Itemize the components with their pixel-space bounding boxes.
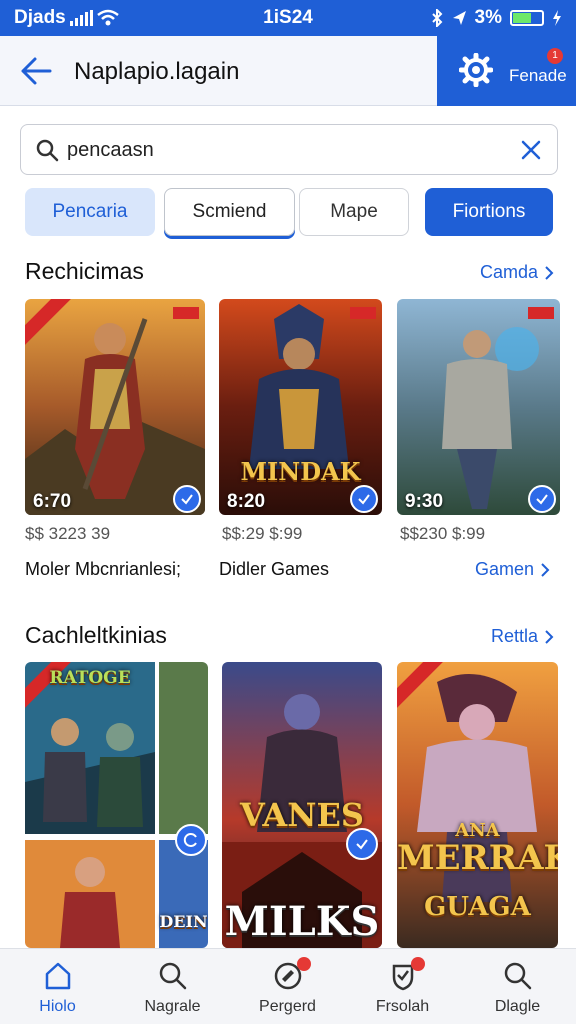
card-4-sub-logo: DEIN xyxy=(159,912,208,931)
battery-percent: 3% xyxy=(474,7,502,28)
game-card-1[interactable]: 6:70 xyxy=(25,299,205,515)
nav-label-search: Nagrale xyxy=(144,998,201,1015)
game-art-mage xyxy=(397,299,560,515)
check-icon xyxy=(358,494,370,505)
card-2-time: 8:20 xyxy=(227,491,266,512)
chip-3[interactable]: Fiortions xyxy=(425,188,553,236)
section-link-2-label[interactable]: Rettla xyxy=(491,626,538,647)
charging-icon xyxy=(553,10,561,26)
card-6-logo: MERRAK xyxy=(397,838,558,878)
search-icon xyxy=(36,139,59,162)
status-right: 3% xyxy=(431,7,562,29)
chip-0[interactable]: Pencaria xyxy=(25,188,155,236)
nav-rewards-badge xyxy=(411,957,425,971)
nav-item-games[interactable]: Pergerd xyxy=(230,949,345,1025)
battery-icon xyxy=(510,10,544,26)
card-3-link[interactable]: Gamen xyxy=(475,559,550,580)
card-6-sub-logo: GUAGA xyxy=(424,892,531,922)
card-4-logo: RATOGE xyxy=(49,668,131,688)
card-1-badge xyxy=(173,485,201,513)
app-bar: Naplapio.lagain 1 Fenade xyxy=(0,36,576,106)
section-title-1: Rechicimas xyxy=(25,258,144,284)
section-link-1[interactable]: Camda xyxy=(480,262,554,283)
nav-item-rewards[interactable]: Frsolah xyxy=(345,949,460,1025)
game-card-3[interactable]: 9:30 xyxy=(397,299,560,515)
app-bar-main: Naplapio.lagain xyxy=(0,36,437,106)
card-2-badge xyxy=(350,485,378,513)
nav-item-search[interactable]: Nagrale xyxy=(115,949,230,1025)
card-4-badge xyxy=(175,824,207,856)
card-5-badge xyxy=(346,828,378,860)
game-card-4[interactable]: RATOGE DEIN xyxy=(25,662,208,948)
search-input[interactable]: pencaasn xyxy=(67,139,154,162)
game-card-5[interactable]: VANES MILKS xyxy=(222,662,382,948)
section-title-2: Cachleltkinias xyxy=(25,622,167,648)
check-icon xyxy=(181,494,193,505)
game-card-2[interactable]: MINDAK 8:20 xyxy=(219,299,382,515)
game-art-squad xyxy=(25,662,208,948)
nav-item-explore[interactable]: Dlagle xyxy=(460,949,575,1025)
nav-label-games: Pergerd xyxy=(259,998,316,1015)
check-icon xyxy=(356,839,368,850)
game-card-6[interactable]: ANA MERRAK GUAGA xyxy=(397,662,558,948)
card-1-price: $$ 3223 39 xyxy=(25,524,111,543)
chevron-right-icon xyxy=(541,562,550,577)
status-bar: Djads 1iS24 3% xyxy=(0,0,576,36)
card-3-time: 9:30 xyxy=(405,491,444,512)
chip-2[interactable]: Mape xyxy=(299,188,409,236)
chevron-right-icon xyxy=(545,265,554,280)
chevron-right-icon xyxy=(545,629,554,644)
nav-label-explore: Dlagle xyxy=(494,998,541,1015)
section-link-1-label[interactable]: Camda xyxy=(480,262,538,283)
card-1-time: 6:70 xyxy=(33,491,72,512)
game-art-warrior xyxy=(25,299,205,515)
section-link-2[interactable]: Rettla xyxy=(491,626,554,647)
bottom-nav: Hiolo Nagrale Pergerd Frsolah Dlagle xyxy=(0,948,576,1024)
nav-item-home[interactable]: Hiolo xyxy=(0,949,115,1025)
chip-1[interactable]: Scmiend xyxy=(164,188,295,236)
check-icon xyxy=(536,494,548,505)
card-2-logo: MINDAK xyxy=(240,457,361,486)
card-1-name[interactable]: Moler Mbcnrianlesi; xyxy=(25,559,181,580)
card-3-price: $$230 $:99 xyxy=(400,524,486,543)
gear-icon[interactable] xyxy=(459,53,493,87)
card-5-sub-logo: MILKS xyxy=(224,898,380,945)
bluetooth-icon xyxy=(431,9,442,27)
magnifier-icon xyxy=(504,962,531,990)
search-icon xyxy=(159,962,186,990)
location-icon xyxy=(452,11,466,25)
settings-label[interactable]: Fenade xyxy=(509,66,567,86)
card-2-name[interactable]: Didler Games xyxy=(219,559,329,580)
card-3-name[interactable]: Gamen xyxy=(475,559,534,580)
search-bar[interactable]: pencaasn xyxy=(20,124,558,175)
back-arrow-icon[interactable] xyxy=(20,56,52,86)
nav-label-home: Hiolo xyxy=(39,998,76,1015)
page-title: Naplapio.lagain xyxy=(74,58,240,85)
card-2-price: $$:29 $:99 xyxy=(222,524,303,543)
clear-icon[interactable] xyxy=(519,138,543,162)
nav-label-rewards: Frsolah xyxy=(375,998,430,1015)
refresh-icon xyxy=(183,833,197,847)
card-3-badge xyxy=(528,485,556,513)
home-icon xyxy=(45,962,70,990)
settings-panel[interactable]: 1 Fenade xyxy=(437,36,576,106)
nav-games-badge xyxy=(297,957,311,971)
notification-badge: 1 xyxy=(547,48,563,64)
